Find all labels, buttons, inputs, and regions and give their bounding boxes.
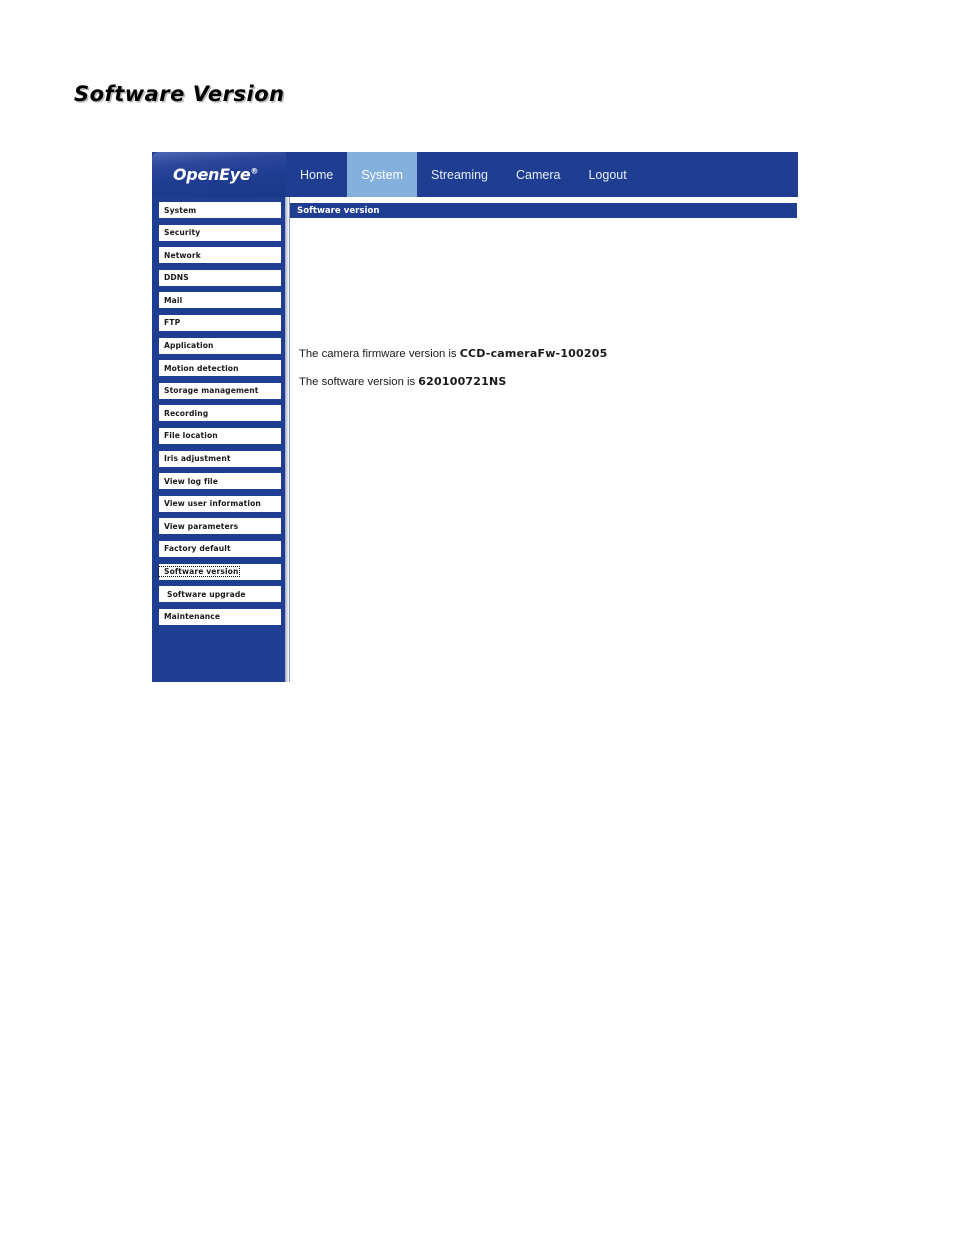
sidebar-item-label: Storage management — [164, 386, 259, 396]
firmware-version-prefix: The camera firmware version is — [299, 348, 460, 360]
main-nav: Home System Streaming Camera Logout — [286, 152, 641, 197]
sidebar-item-label: View parameters — [164, 521, 239, 531]
sidebar-item-label: Software upgrade — [167, 589, 246, 599]
sidebar-item-label: View log file — [164, 476, 219, 486]
firmware-version-line: The camera firmware version is CCD-camer… — [299, 347, 769, 360]
sidebar-item-label: Software version — [158, 566, 240, 577]
sidebar-item-factory-default[interactable]: Factory default — [158, 539, 282, 558]
sidebar-item-label: DDNS — [164, 273, 189, 283]
sidebar-item-label: Maintenance — [164, 612, 221, 622]
sidebar-item-system[interactable]: System — [158, 201, 282, 219]
device-web-ui-frame: OpenEye® Home System Streaming Camera Lo… — [152, 152, 798, 682]
software-version-prefix: The software version is — [299, 376, 419, 388]
nav-item-system[interactable]: System — [347, 152, 418, 197]
software-version-line: The software version is 620100721NS — [299, 375, 769, 388]
logo-panel: OpenEye® — [152, 152, 286, 197]
sidebar-item-label: View user information — [164, 499, 261, 509]
sidebar-item-ftp[interactable]: FTP — [158, 313, 282, 332]
sidebar-item-label: Network — [164, 250, 201, 260]
sidebar-item-software-version[interactable]: Software version — [158, 562, 282, 581]
sidebar-item-iris-adjustment[interactable]: Iris adjustment — [158, 449, 282, 468]
sidebar-item-maintenance[interactable]: Maintenance — [158, 607, 282, 626]
content-pane: Software version The camera firmware ver… — [289, 197, 798, 682]
sidebar-item-view-user-information[interactable]: View user information — [158, 494, 282, 513]
version-info-block: The camera firmware version is CCD-camer… — [299, 347, 769, 403]
sidebar-item-label: Iris adjustment — [164, 454, 231, 464]
sidebar-item-label: FTP — [164, 318, 181, 328]
sidebar-item-motion-detection[interactable]: Motion detection — [158, 359, 282, 378]
sidebar-item-recording[interactable]: Recording — [158, 404, 282, 423]
sidebar-item-label: System — [164, 205, 197, 215]
app-header: OpenEye® Home System Streaming Camera Lo… — [152, 152, 798, 197]
openeye-logo: OpenEye® — [173, 165, 258, 184]
sidebar-item-label: Application — [164, 341, 214, 351]
sidebar-item-label: Motion detection — [164, 363, 239, 373]
page-title: Software Version — [74, 82, 285, 106]
sidebar-item-label: Security — [164, 228, 201, 238]
sidebar-item-security[interactable]: Security — [158, 223, 282, 242]
firmware-version-value: CCD-cameraFw-100205 — [459, 347, 608, 360]
sidebar-item-network[interactable]: Network — [158, 246, 282, 265]
logo-wordmark: OpenEye — [173, 165, 251, 184]
sidebar-item-view-log-file[interactable]: View log file — [158, 472, 282, 491]
trademark-icon: ® — [250, 166, 259, 176]
sidebar-item-file-location[interactable]: File location — [158, 426, 282, 445]
sidebar-item-ddns[interactable]: DDNS — [158, 268, 282, 287]
nav-item-home[interactable]: Home — [286, 152, 347, 197]
content-section-header: Software version — [290, 203, 797, 218]
sidebar-item-storage-management[interactable]: Storage management — [158, 381, 282, 400]
sidebar-item-view-parameters[interactable]: View parameters — [158, 517, 282, 536]
nav-item-logout[interactable]: Logout — [574, 152, 640, 197]
sidebar-item-label: Recording — [164, 408, 209, 418]
sidebar-item-label: Mail — [164, 295, 183, 305]
nav-item-streaming[interactable]: Streaming — [417, 152, 502, 197]
sidebar-item-software-upgrade[interactable]: Software upgrade — [158, 585, 282, 604]
sidebar-item-mail[interactable]: Mail — [158, 291, 282, 310]
sidebar: System Security Network DDNS Mail FTP Ap… — [152, 197, 285, 682]
page-root: Software Version OpenEye® Home System St… — [0, 0, 954, 1248]
nav-item-camera[interactable]: Camera — [502, 152, 574, 197]
content-section-title: Software version — [297, 205, 380, 216]
sidebar-item-label: Factory default — [164, 544, 231, 554]
sidebar-item-label: File location — [164, 431, 218, 441]
software-version-value: 620100721NS — [418, 375, 507, 388]
sidebar-item-application[interactable]: Application — [158, 336, 282, 355]
